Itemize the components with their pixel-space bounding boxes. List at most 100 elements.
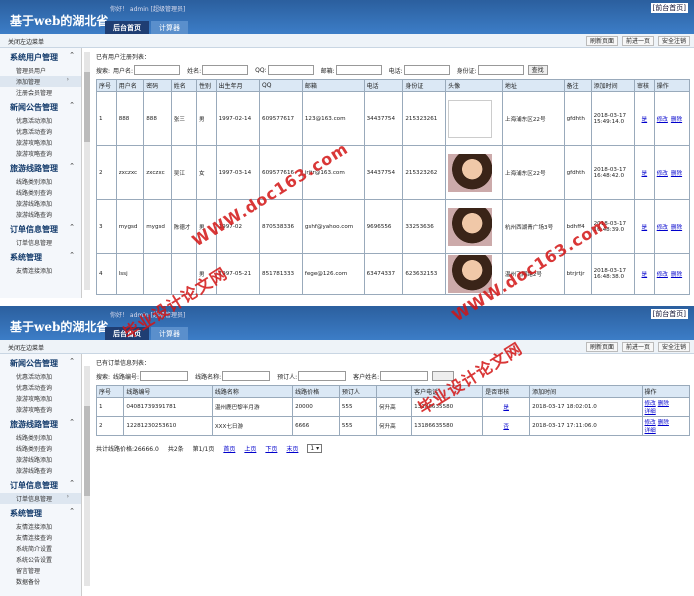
edit-link[interactable]: 修改 [645,420,656,426]
sidebar-item[interactable]: 优惠活动查询 [0,382,81,393]
tab-admin-home[interactable]: 后台首页 [105,21,149,34]
sidebar-scrollbar[interactable] [84,366,90,586]
search-input[interactable] [298,371,347,381]
first-page-link[interactable]: 首页 [223,444,235,453]
delete-link[interactable]: 删除 [658,401,669,407]
app-header: 基于web的湖北省 你好！ admin [超级管理员] [前台首页] 后台首页 … [0,306,694,340]
next-page-link[interactable]: 下页 [265,444,277,453]
front-page-link[interactable]: [前台首页] [650,3,688,13]
sidebar-item[interactable]: 友情连接添加 [0,521,81,532]
refresh-button[interactable]: 刷新页面 [585,342,618,352]
search-input[interactable] [335,65,382,75]
added-time: 15:49:14.0 [593,118,625,125]
sidebar-section-title[interactable]: 系统用户管理 [0,48,81,65]
search-input[interactable] [380,371,429,381]
table-cell: 1 [96,91,117,146]
sidebar-item[interactable]: 系统简介设置 [0,543,81,554]
forward-button[interactable]: 前进一页 [621,342,654,352]
close-left-menu-link[interactable]: 关闭左边菜单 [8,343,44,352]
delete-link[interactable]: 删除 [671,272,682,278]
table-cell: 555 [338,397,377,417]
search-input[interactable] [140,371,189,381]
sidebar-item[interactable]: 旅游线路查询 [0,209,81,220]
table-cell: 33253636 [402,199,447,254]
logout-button[interactable]: 安全注销 [657,342,690,352]
search-input[interactable] [403,65,450,75]
logout-button[interactable]: 安全注销 [657,36,690,46]
search-field-label: 姓名: [187,67,202,75]
tab-calculator[interactable]: 计算器 [151,21,188,34]
sidebar-section-title[interactable]: 订单信息管理 [0,220,81,237]
sidebar-item[interactable]: 订单信息管理 [0,493,81,504]
sidebar-item[interactable]: 优惠活动添加 [0,371,81,382]
delete-link[interactable]: 删除 [671,117,682,123]
sidebar-item[interactable]: 线路类别查询 [0,443,81,454]
sidebar-section-title[interactable]: 旅游线路管理 [0,159,81,176]
edit-link[interactable]: 修改 [645,401,656,407]
tab-calculator[interactable]: 计算器 [151,327,188,340]
sidebar-item[interactable]: 数据备份 [0,576,81,587]
table-cell: 04081739391781 [123,397,213,417]
audit-link[interactable]: 是 [642,171,648,177]
table-cell: 是 [482,397,531,417]
sidebar-section-title[interactable]: 系统管理 [0,504,81,521]
sidebar-item[interactable]: 线路类别添加 [0,432,81,443]
sidebar-item[interactable]: 旅游线路添加 [0,454,81,465]
sidebar-item[interactable]: 添加管理 [0,76,81,87]
edit-link[interactable]: 修改 [657,117,668,123]
sidebar-section-title[interactable]: 新闻公告管理 [0,354,81,371]
table-cell: 1997-02-14 [215,91,261,146]
total-price: 共计线路价格:26666.0 [96,446,159,453]
sidebar-item[interactable]: 留言管理 [0,565,81,576]
page-select[interactable]: 1 ▾ [307,444,323,453]
search-input[interactable] [202,65,249,75]
sidebar-section-title[interactable]: 新闻公告管理 [0,98,81,115]
search-input[interactable] [267,65,314,75]
sidebar-item[interactable]: 旅游线路添加 [0,198,81,209]
audit-link[interactable]: 是 [642,225,648,231]
refresh-button[interactable]: 刷新页面 [585,36,618,46]
close-left-menu-link[interactable]: 关闭左边菜单 [8,37,44,46]
sidebar-item[interactable]: 旅游攻略添加 [0,137,81,148]
sidebar-section-title[interactable]: 系统管理 [0,248,81,265]
sidebar-item[interactable]: 线路类别查询 [0,187,81,198]
edit-link[interactable]: 修改 [657,171,668,177]
forward-button[interactable]: 前进一页 [621,36,654,46]
delete-link[interactable]: 删除 [658,420,669,426]
audit-link[interactable]: 是 [642,272,648,278]
sidebar-item[interactable]: 旅游攻略查询 [0,148,81,159]
delete-link[interactable]: 删除 [671,225,682,231]
detail-link[interactable]: 详细 [645,428,656,434]
sidebar-section-title[interactable]: 订单信息管理 [0,476,81,493]
audit-link[interactable]: 是 [503,405,509,411]
sidebar-item[interactable]: 优惠活动添加 [0,115,81,126]
sidebar-section-title[interactable]: 旅游线路管理 [0,415,81,432]
sidebar-item[interactable]: 管理员用户 [0,65,81,76]
search-input[interactable] [222,371,271,381]
table-cell: 修改 删除 [653,91,691,146]
sidebar-item[interactable]: 友情连接添加 [0,265,81,276]
delete-link[interactable]: 删除 [671,171,682,177]
edit-link[interactable]: 修改 [657,225,668,231]
search-input[interactable] [134,65,181,75]
prev-page-link[interactable]: 上页 [244,444,256,453]
search-input[interactable] [477,65,524,75]
audit-link[interactable]: 是 [642,117,648,123]
list-caption: 已有订单信息列表： [96,360,151,367]
sidebar-item[interactable]: 注册会员管理 [0,87,81,98]
sidebar-item[interactable]: 订单信息管理 [0,237,81,248]
sidebar-item[interactable]: 旅游线路查询 [0,465,81,476]
sidebar-item[interactable]: 友情连接查询 [0,532,81,543]
front-page-link[interactable]: [前台首页] [650,309,688,319]
sidebar-item[interactable]: 系统公告设置 [0,554,81,565]
sidebar-item[interactable]: 旅游攻略查询 [0,404,81,415]
last-page-link[interactable]: 末页 [286,444,298,453]
edit-link[interactable]: 修改 [657,272,668,278]
sidebar-item[interactable]: 优惠活动查询 [0,126,81,137]
sidebar-item[interactable]: 旅游攻略添加 [0,393,81,404]
sidebar-scrollbar[interactable] [84,52,90,290]
search-button[interactable]: 查找 [527,65,548,75]
sidebar-item[interactable]: 线路类别添加 [0,176,81,187]
audit-link[interactable]: 否 [503,424,509,430]
detail-link[interactable]: 详细 [645,409,656,415]
